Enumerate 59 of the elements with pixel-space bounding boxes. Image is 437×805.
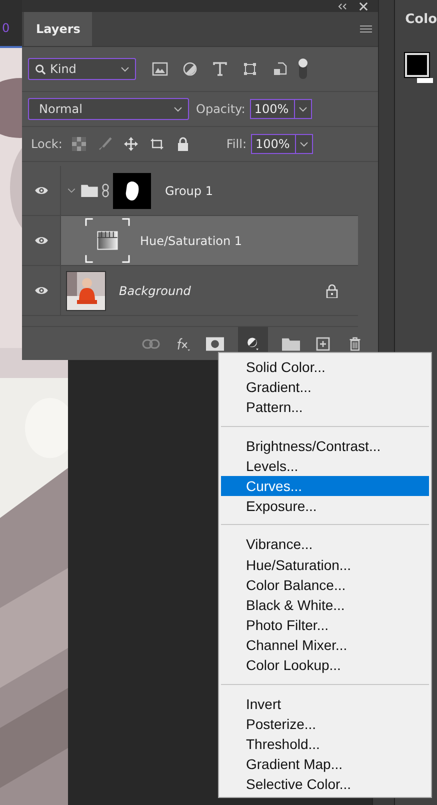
blend-mode-dropdown[interactable]: Normal	[28, 98, 189, 120]
layer-row[interactable]: Background	[22, 266, 358, 316]
menu-item[interactable]: Photo Filter...	[221, 615, 429, 636]
layer-name: Group 1	[165, 184, 214, 198]
close-icon[interactable]	[359, 2, 368, 10]
menu-item[interactable]: Gradient...	[221, 377, 429, 398]
smart-object-filter-icon[interactable]	[272, 62, 288, 76]
lock-icon[interactable]	[176, 137, 190, 151]
panel-title[interactable]: Colo	[405, 12, 437, 27]
chevron-icon[interactable]	[299, 106, 308, 112]
collapse-icon[interactable]	[338, 2, 347, 10]
panel-tab[interactable]: Layers	[24, 12, 92, 46]
menu-item[interactable]: Pattern...	[221, 397, 429, 418]
filter-toggle-icon[interactable]	[298, 58, 308, 80]
menu-item[interactable]: Hue/Saturation...	[221, 554, 429, 575]
mask-thumbnail[interactable]	[113, 172, 151, 208]
background-color-swatch[interactable]	[417, 78, 434, 83]
menu-item[interactable]: Solid Color...	[221, 357, 429, 378]
link-icon[interactable]	[102, 183, 109, 198]
adjustment-filter-icon[interactable]	[182, 62, 198, 76]
fill-field[interactable]: 100%	[251, 134, 314, 154]
menu-item[interactable]: Threshold...	[221, 734, 429, 754]
layer-name: Hue/Saturation 1	[140, 234, 244, 248]
menu-item[interactable]: Selective Color...	[221, 774, 429, 795]
chevron-icon	[121, 66, 129, 72]
menu-item[interactable]: Curves...	[221, 476, 429, 496]
menu-item[interactable]: Brightness/Contrast...	[221, 436, 429, 456]
menu-item[interactable]: Levels...	[221, 456, 429, 476]
chevron-icon[interactable]	[300, 142, 308, 146]
chevron-icon	[174, 106, 182, 112]
layer-row[interactable]: Hue/Saturation 1	[22, 216, 358, 266]
opacity-field[interactable]: 100%	[250, 99, 312, 119]
layer-name: Background	[119, 284, 192, 298]
menu-item[interactable]: Vibrance...	[221, 534, 429, 554]
menu-item[interactable]: Posterize...	[221, 714, 429, 734]
fill-label: Fill:	[226, 137, 246, 151]
layer-row[interactable]: Group 1	[22, 166, 358, 216]
menu-item[interactable]: Invert	[221, 694, 429, 714]
ruler-label: 0	[2, 21, 10, 35]
checkerboard-icon[interactable]	[72, 137, 86, 151]
move-icon[interactable]	[124, 137, 138, 151]
image-filter-icon[interactable]	[152, 62, 168, 76]
menu-item[interactable]: Gradient Map...	[221, 754, 429, 774]
mask-icon[interactable]	[206, 336, 224, 350]
menu-item[interactable]: Channel Mixer...	[221, 635, 429, 656]
chevron-icon[interactable]	[67, 188, 76, 193]
menu-item[interactable]: Exposure...	[221, 496, 429, 516]
foreground-color-swatch[interactable]	[405, 53, 430, 77]
folder-icon[interactable]	[81, 184, 98, 197]
menu-item[interactable]: Color Lookup...	[221, 655, 429, 676]
menu-item[interactable]: Black & White...	[221, 594, 429, 616]
menu-icon[interactable]	[360, 24, 372, 34]
menu-item[interactable]: Color Balance...	[221, 574, 429, 595]
crop-icon[interactable]	[150, 137, 164, 151]
adjustment-thumbnail[interactable]	[85, 218, 130, 263]
type-filter-icon[interactable]	[212, 62, 228, 76]
opacity-label: Opacity:	[196, 102, 246, 116]
new-layer-icon[interactable]	[314, 336, 332, 350]
shape-filter-icon[interactable]	[242, 62, 258, 76]
